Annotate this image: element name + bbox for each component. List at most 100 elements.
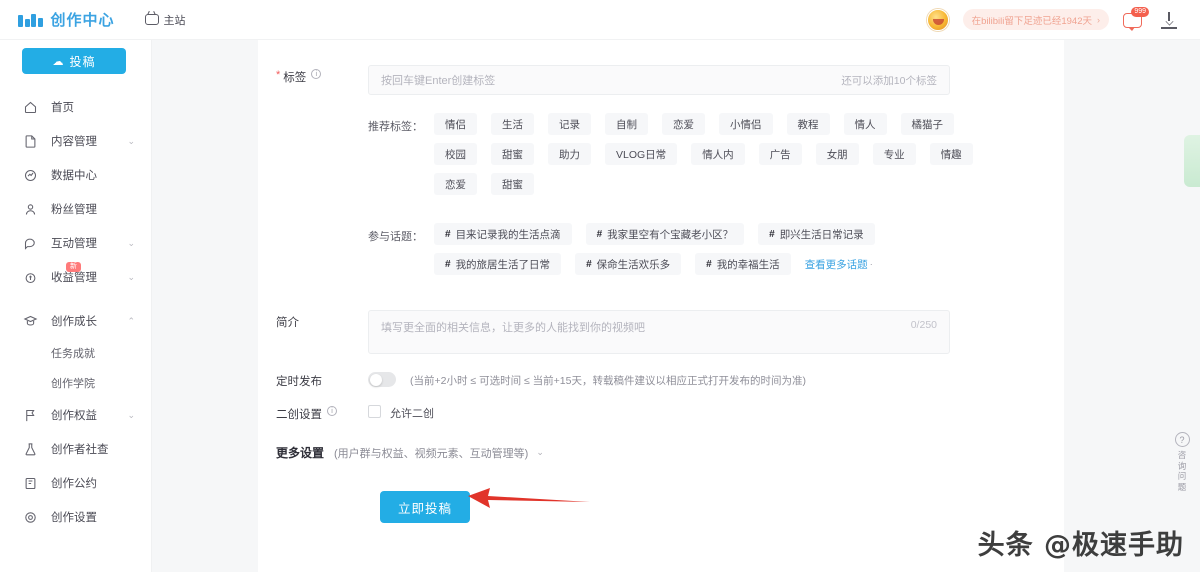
info-icon[interactable]: i — [327, 406, 337, 416]
tag-input-placeholder: 按回车键Enter创建标签 — [381, 75, 496, 87]
sidebar-item-lab[interactable]: 创作者社查 — [0, 432, 151, 466]
topic-chip-label: 我家里空有个宝藏老小区？ — [607, 228, 734, 241]
topic-chip[interactable]: # 即兴生活日常记录 — [758, 223, 875, 245]
tag-chip[interactable]: 恋爱 — [434, 173, 477, 195]
sidebar-item-data-center[interactable]: 数据中心 — [0, 158, 151, 192]
menu-divider-gap — [0, 294, 151, 304]
avatar[interactable] — [926, 8, 949, 31]
sidebar-item-label: 粉丝管理 — [51, 204, 97, 216]
tag-chip[interactable]: 情侣 — [434, 113, 477, 135]
description-input[interactable]: 填写更全面的相关信息，让更多的人能找到你的视频吧 0/250 — [368, 310, 950, 354]
allow-secondary-checkbox[interactable] — [368, 405, 381, 418]
tag-chip[interactable]: 生活 — [491, 113, 534, 135]
hash-icon: # — [769, 228, 775, 240]
sidebar-item-label: 首页 — [51, 102, 74, 114]
hash-icon: # — [445, 258, 451, 270]
more-topics-link[interactable]: 查看更多话题 · — [805, 257, 873, 272]
schedule-toggle[interactable] — [368, 372, 396, 387]
tag-chip[interactable]: 小情侣 — [719, 113, 773, 135]
brand-title: 创作中心 — [50, 12, 115, 29]
tag-chip[interactable]: 女朋 — [815, 143, 859, 165]
flag-icon — [22, 407, 39, 424]
book-icon — [22, 475, 39, 492]
cloud-upload-icon: ☁ — [52, 55, 65, 68]
schedule-row: 定时发布 (当前+2小时 ≤ 可选时间 ≤ 当前+15天，转载稿件建议以相应正式… — [258, 364, 1064, 389]
post-upload-button[interactable]: ☁ 投稿 — [22, 48, 126, 74]
topic-chip-label: 我的旅居生活了日常 — [455, 258, 551, 271]
topic-chip[interactable]: # 我的旅居生活了日常 — [434, 253, 562, 275]
chevron-up-icon: ⌃ — [127, 315, 135, 326]
info-icon[interactable]: i — [311, 69, 322, 79]
sidebar-item-growth[interactable]: 创作成长 ⌃ — [0, 304, 151, 338]
chevron-down-icon: ⌄ — [127, 409, 135, 420]
schedule-label: 定时发布 — [276, 364, 368, 389]
topic-chip-label: 保命生活欢乐多 — [596, 258, 671, 271]
sidebar-item-revenue[interactable]: 收益管理 新 ⌄ — [0, 260, 151, 294]
tag-chip[interactable]: 广告 — [758, 143, 802, 165]
topic-chip[interactable]: # 目来记录我的生活点滴 — [434, 223, 572, 245]
download-icon[interactable] — [1160, 11, 1178, 29]
signin-days-pill[interactable]: 在bilibili留下足迹已经1942天 › — [962, 9, 1109, 30]
tag-chip[interactable]: 甜蜜 — [491, 143, 534, 165]
message-icon[interactable]: 999 — [1123, 6, 1149, 31]
description-placeholder: 填写更全面的相关信息，让更多的人能找到你的视频吧 — [381, 322, 645, 334]
chevron-down-icon: ⌄ — [127, 135, 135, 146]
chevron-down-icon: ⌄ — [127, 271, 135, 282]
sidebar-item-interaction[interactable]: 互动管理 ⌄ — [0, 226, 151, 260]
topic-chip[interactable]: # 我的幸福生活 — [695, 253, 791, 275]
sidebar-item-rights[interactable]: 创作权益 ⌄ — [0, 398, 151, 432]
file-icon — [22, 133, 39, 150]
tag-chip[interactable]: 情趣 — [929, 143, 973, 165]
nav-main-site[interactable]: 主站 — [144, 12, 186, 28]
tag-chip[interactable]: 橘猫子 — [900, 113, 954, 135]
sidebar-item-home[interactable]: 首页 — [0, 90, 151, 124]
topic-chip-label: 目来记录我的生活点滴 — [455, 228, 561, 241]
sidebar-item-fans[interactable]: 粉丝管理 — [0, 192, 151, 226]
side-promo-tab[interactable] — [1184, 135, 1200, 187]
brand-logo[interactable]: 创作中心 — [18, 9, 115, 30]
tv-icon — [144, 14, 159, 25]
bilibili-logo-icon — [18, 12, 43, 27]
tag-chip[interactable]: 恋爱 — [662, 113, 705, 135]
tag-chip[interactable]: 情人内 — [691, 143, 745, 165]
tag-chip[interactable]: VLOG日常 — [605, 143, 678, 165]
topic-chip[interactable]: # 我家里空有个宝藏老小区？ — [585, 223, 745, 245]
description-label-text: 简介 — [276, 317, 299, 329]
tag-input[interactable]: 按回车键Enter创建标签 还可以添加10个标签 — [368, 65, 950, 95]
sidebar-item-convention[interactable]: 创作公约 — [0, 466, 151, 500]
tag-label-text: 标签 — [283, 72, 307, 84]
tag-chip[interactable]: 专业 — [872, 143, 916, 165]
topics-list: # 目来记录我的生活点滴 # 我家里空有个宝藏老小区？ # 即兴生活日常记录 #… — [434, 223, 994, 275]
tag-chip[interactable]: 自制 — [605, 113, 648, 135]
nav-main-site-label: 主站 — [163, 14, 186, 27]
submit-button[interactable]: 立即投稿 — [380, 491, 470, 523]
more-settings-row[interactable]: 更多设置 (用户群与权益、视频元素、互动管理等) ⌄ — [258, 444, 1064, 461]
more-topics-label: 查看更多话题 — [804, 258, 868, 271]
message-badge: 999 — [1131, 6, 1149, 17]
topic-chip[interactable]: # 保命生活欢乐多 — [575, 253, 682, 275]
user-icon — [22, 201, 39, 218]
tag-chip[interactable]: 情人 — [843, 113, 887, 135]
tag-chip[interactable]: 校园 — [434, 143, 477, 165]
signin-days-text: 在bilibili留下足迹已经1942天 — [971, 15, 1092, 27]
help-rail[interactable]: ? 咨询问题 — [1170, 432, 1194, 493]
hash-icon: # — [596, 228, 603, 240]
more-settings-sub: (用户群与权益、视频元素、互动管理等) — [334, 447, 529, 460]
schedule-label-text: 定时发布 — [276, 376, 322, 388]
graduation-icon — [22, 313, 39, 330]
top-bar: 创作中心 主站 在bilibili留下足迹已经1942天 › 999 — [0, 0, 1200, 40]
tag-chip[interactable]: 教程 — [786, 113, 830, 135]
sidebar-subitem-tasks[interactable]: 任务成就 — [0, 338, 151, 368]
main-content: * 标签 i 按回车键Enter创建标签 还可以添加10个标签 推荐标签： 情侣… — [152, 40, 1200, 572]
sidebar-item-settings[interactable]: 创作设置 — [0, 500, 151, 534]
sidebar-item-content[interactable]: 内容管理 ⌄ — [0, 124, 151, 158]
sidebar-subitem-academy[interactable]: 创作学院 — [0, 368, 151, 398]
tag-chip[interactable]: 助力 — [548, 143, 591, 165]
tag-chip[interactable]: 记录 — [548, 113, 591, 135]
settings-icon — [22, 509, 39, 526]
recommended-tags-block: 推荐标签： 情侣 生活 记录 自制 恋爱 小情侣 教程 情人 橘猫子 校园 甜蜜… — [368, 113, 994, 195]
post-upload-label: 投稿 — [69, 54, 96, 69]
tag-chip[interactable]: 甜蜜 — [491, 173, 534, 195]
sidebar-item-label: 互动管理 — [51, 238, 97, 250]
topic-chip-label: 即兴生活日常记录 — [779, 228, 864, 241]
